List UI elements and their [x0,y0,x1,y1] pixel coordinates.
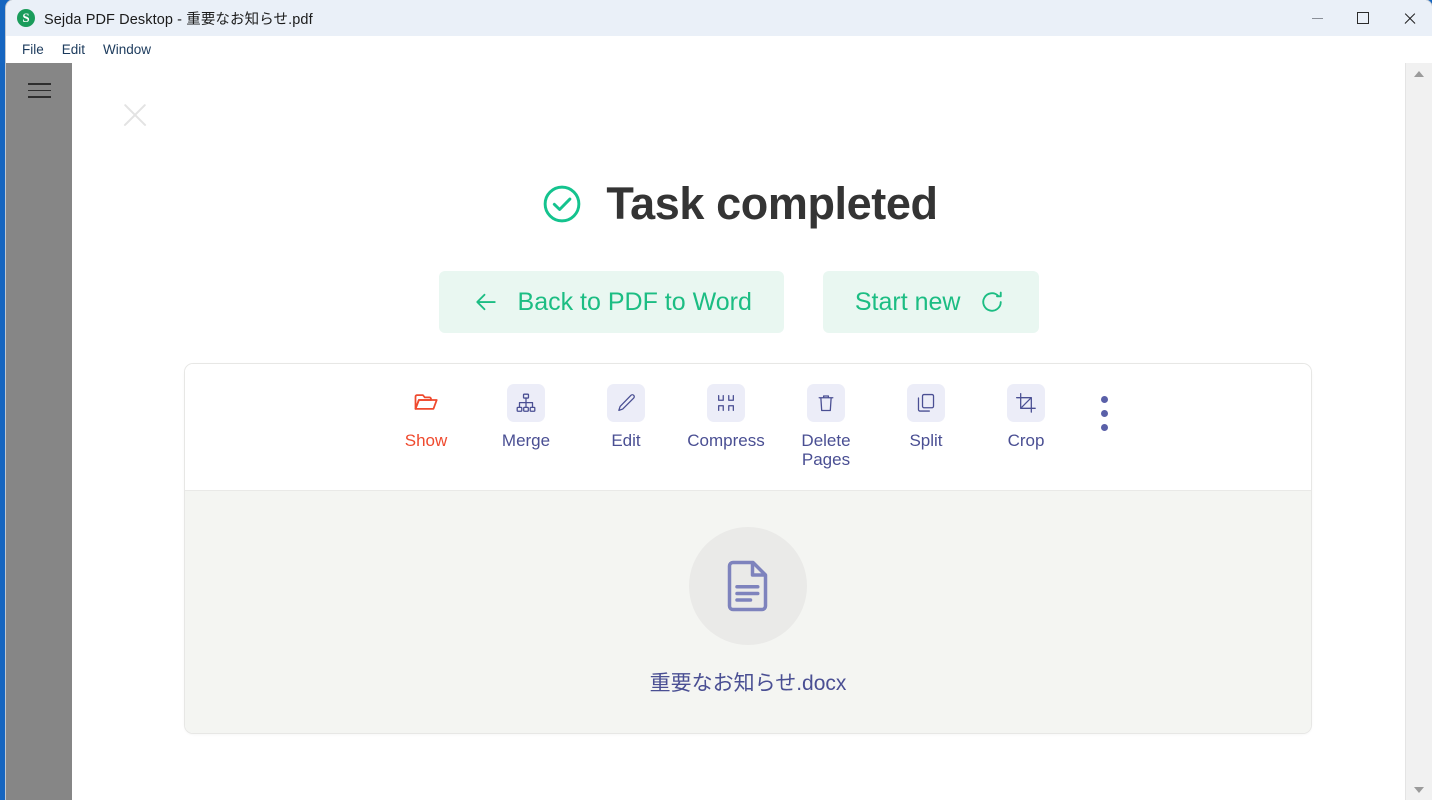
scroll-down-arrow[interactable] [1406,779,1432,800]
page-title: Task completed [606,178,938,229]
trash-icon [818,395,834,412]
close-window-button[interactable] [1386,0,1432,36]
menu-item-edit[interactable]: Edit [53,39,94,60]
tool-edit[interactable]: Edit [576,384,676,450]
chevron-down-icon [1414,787,1424,793]
tool-label: Compress [687,431,765,450]
application-window: S Sejda PDF Desktop - 重要なお知らせ.pdf File E… [6,0,1432,800]
arrow-left-icon [475,293,496,311]
desktop-background: S Sejda PDF Desktop - 重要なお知らせ.pdf File E… [0,0,1432,800]
tool-label: Delete Pages [801,431,851,469]
action-buttons: Back to PDF to Word Start new [72,271,1406,333]
tool-label: Edit [611,431,641,450]
result-file-area: 重要なお知らせ.docx [185,490,1311,733]
file-icon-circle[interactable] [689,527,807,645]
back-to-pdf-to-word-button[interactable]: Back to PDF to Word [438,271,784,333]
menu-item-window[interactable]: Window [94,39,160,60]
tool-label: Split [909,431,943,450]
tool-icon-wrap [607,384,645,422]
maximize-icon [1357,12,1369,24]
tool-split[interactable]: Split [876,384,976,450]
result-card: Show Merge Edit Compress Delete Pages Sp… [184,363,1312,734]
tool-icon-wrap [407,384,445,422]
tool-icon-wrap [507,384,545,422]
start-new-button[interactable]: Start new [822,271,1040,333]
tool-label: Crop [1007,431,1045,450]
minimize-icon [1311,17,1323,19]
tool-icon-wrap [1007,384,1045,422]
document-icon [727,560,768,612]
more-options-button[interactable] [1082,384,1126,442]
tool-icon-wrap [807,384,845,422]
tool-icon-wrap [707,384,745,422]
tool-merge[interactable]: Merge [476,384,576,450]
close-panel-button[interactable] [118,98,152,132]
pencil-icon [618,394,635,411]
menu-bar: File Edit Window [6,36,1432,63]
hamburger-menu-icon[interactable] [28,83,51,98]
split-copy-icon [917,393,935,412]
back-button-label: Back to PDF to Word [517,287,752,316]
tool-compress[interactable]: Compress [676,384,776,450]
sidebar [6,63,72,800]
kebab-vertical-icon [1100,395,1108,403]
scroll-up-arrow[interactable] [1406,63,1432,85]
tool-label: Merge [501,431,551,450]
tool-icon-wrap [907,384,945,422]
tool-strip: Show Merge Edit Compress Delete Pages Sp… [185,364,1311,490]
vertical-scrollbar[interactable] [1405,63,1432,800]
compress-icon [718,395,734,411]
tool-show[interactable]: Show [376,384,476,450]
chevron-up-icon [1414,71,1424,77]
content-area: Task completed Back to PDF to Word Start… [6,63,1432,800]
window-controls [1294,0,1432,36]
task-completed-panel: Task completed Back to PDF to Word Start… [72,63,1406,800]
merge-hierarchy-icon [516,393,536,412]
minimize-button[interactable] [1294,0,1340,36]
window-title: Sejda PDF Desktop - 重要なお知らせ.pdf [44,11,313,28]
app-logo-icon: S [17,9,35,27]
maximize-button[interactable] [1340,0,1386,36]
refresh-icon [982,291,1003,312]
heading-row: Task completed [72,181,1406,226]
kebab-vertical-icon [1100,423,1108,431]
close-icon [1403,12,1416,25]
tool-delete-pages[interactable]: Delete Pages [776,384,876,469]
menu-item-file[interactable]: File [13,39,53,60]
crop-icon [1016,393,1036,413]
tool-crop[interactable]: Crop [976,384,1076,450]
result-file-name: 重要なお知らせ.docx [649,672,847,695]
start-new-label: Start new [854,287,961,316]
folder-open-icon [414,394,438,410]
check-circle-icon [544,185,581,222]
kebab-vertical-icon [1100,409,1108,417]
tool-label: Show [404,431,448,450]
title-bar: S Sejda PDF Desktop - 重要なお知らせ.pdf [6,0,1432,36]
